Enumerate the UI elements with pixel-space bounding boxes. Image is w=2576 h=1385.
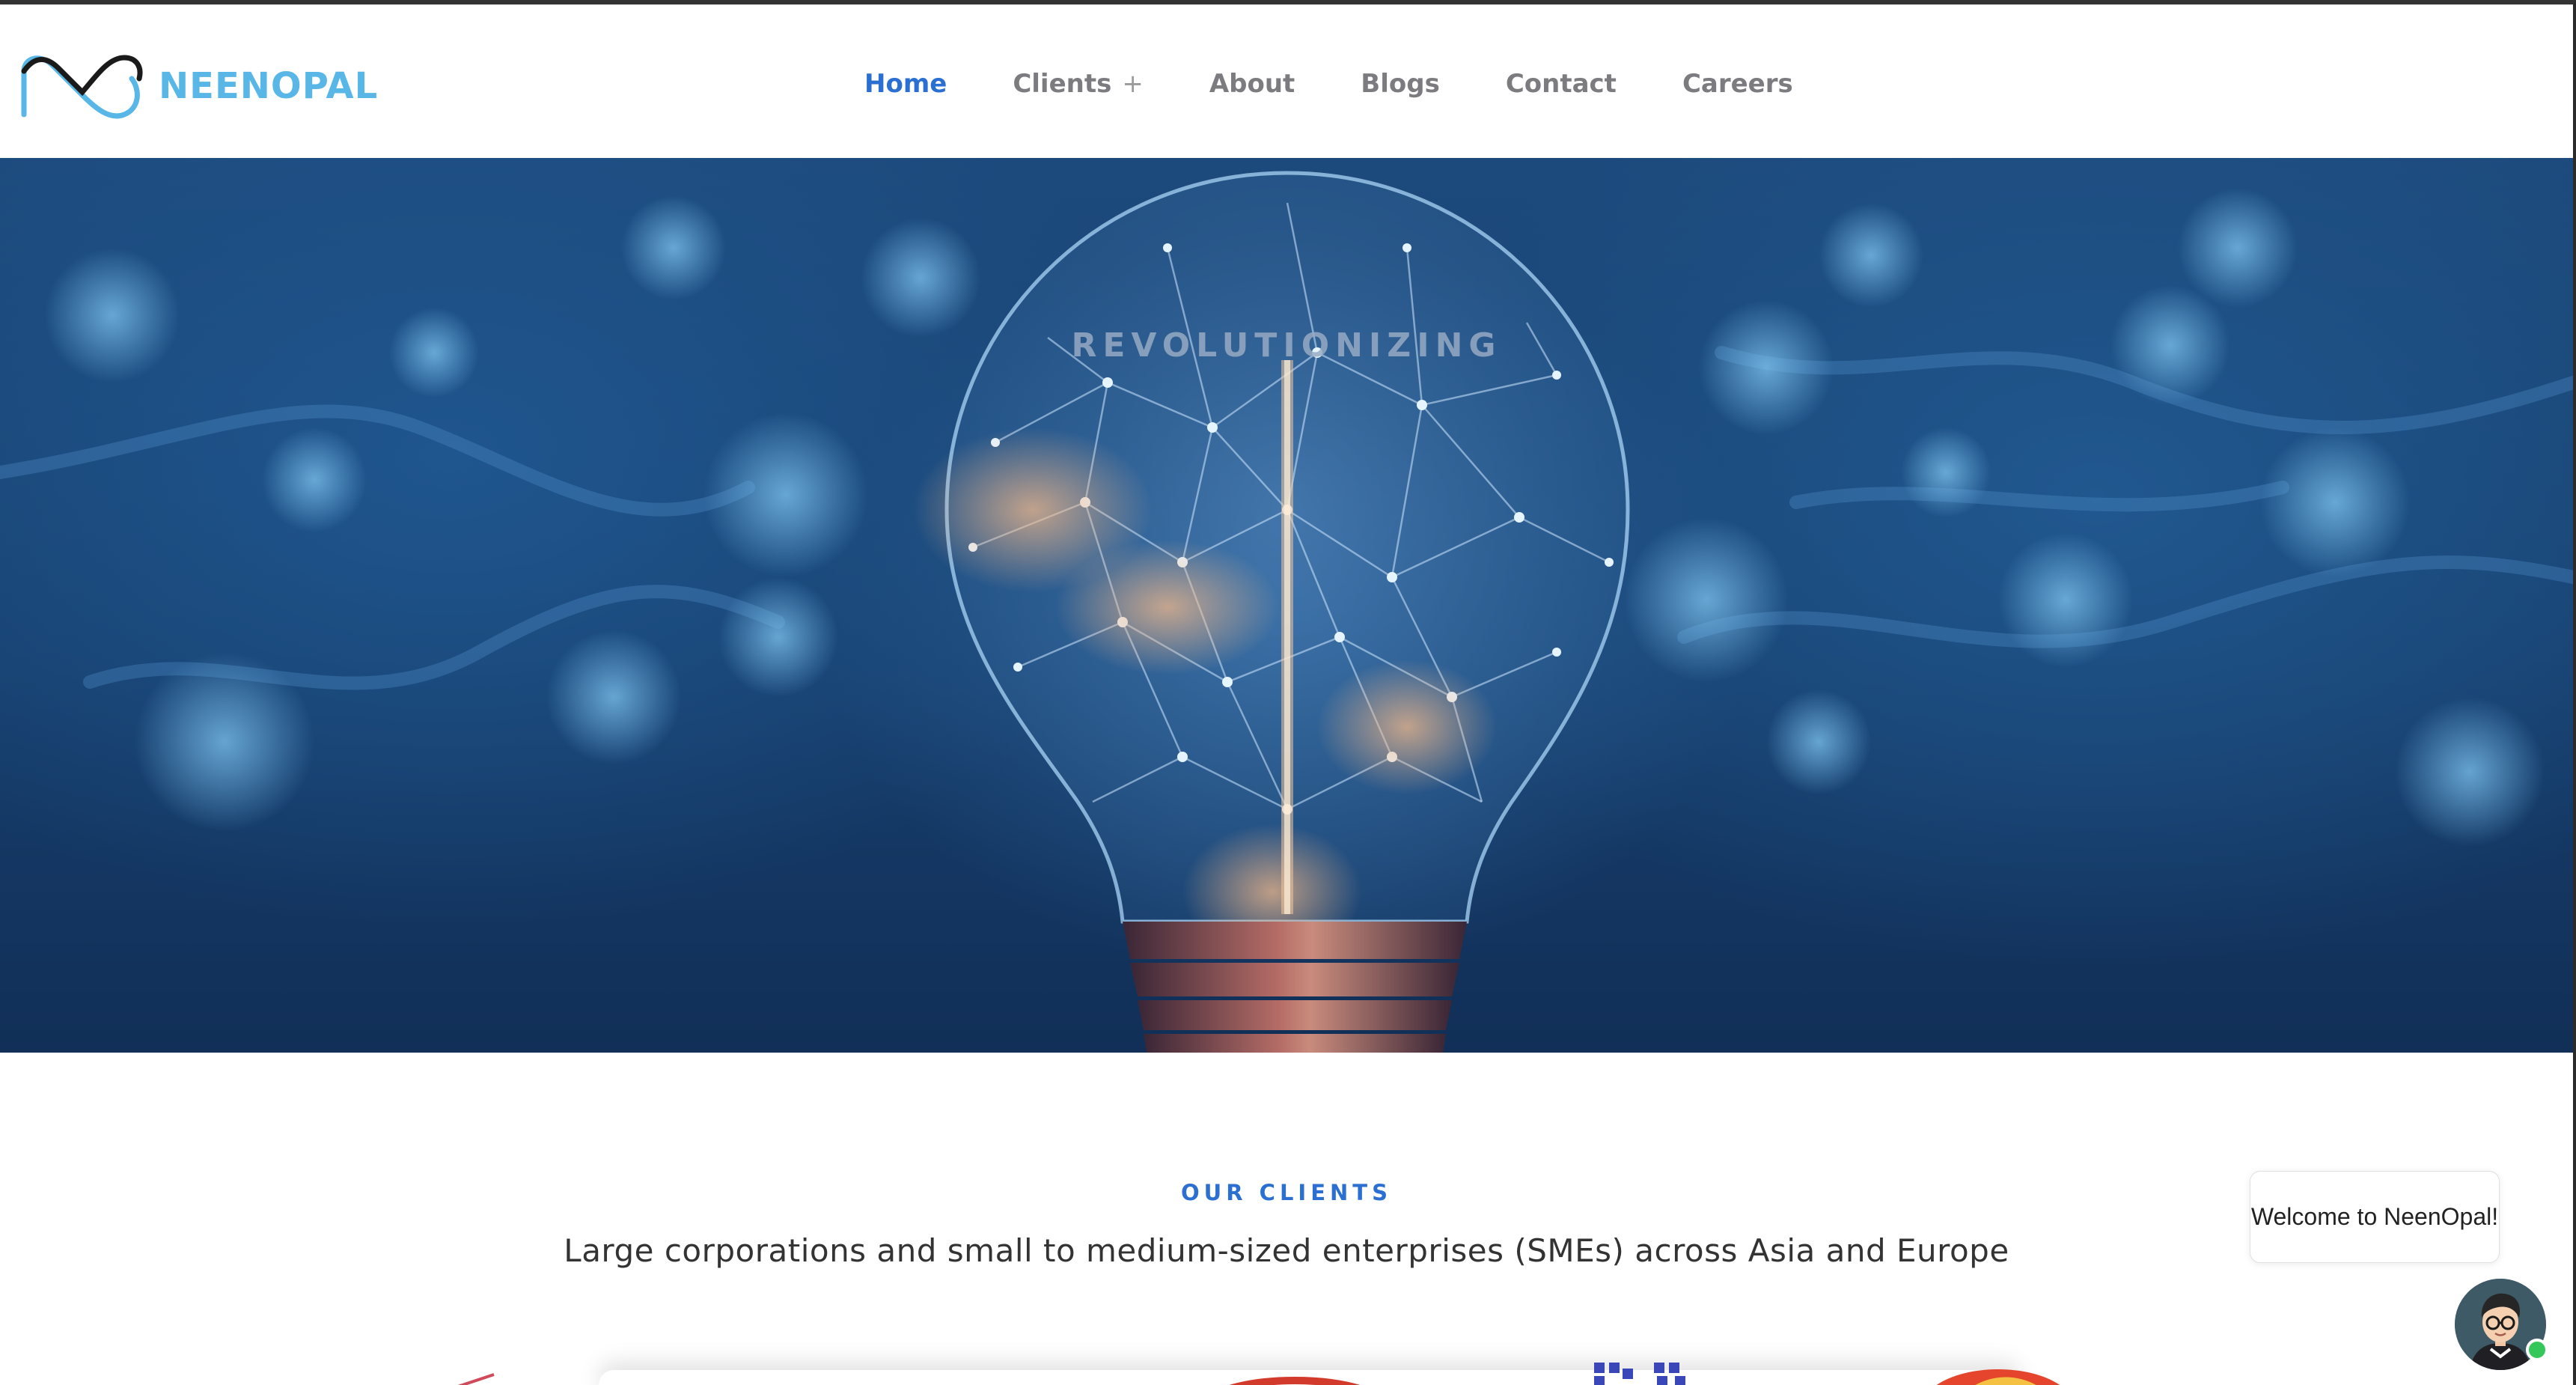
- nav-label-contact: Contact: [1505, 68, 1617, 99]
- page: NEENOPAL Home Clients + About Blogs Cont…: [0, 0, 2576, 1385]
- clients-subtitle: Large corporations and small to medium-s…: [564, 1232, 2009, 1269]
- clients-kicker: OUR CLIENTS: [1181, 1180, 1392, 1205]
- client-logo-3: [1594, 1363, 1685, 1385]
- plus-icon[interactable]: +: [1122, 69, 1144, 99]
- site-header: NEENOPAL Home Clients + About Blogs Cont…: [0, 9, 2573, 158]
- hero-banner: REVOLUTIONIZING: [0, 158, 2573, 1053]
- nav-label-home: Home: [864, 68, 947, 99]
- nav-label-careers: Careers: [1682, 68, 1793, 99]
- client-logo-1: [457, 1373, 495, 1385]
- chat-greeting-text: Welcome to NeenOpal!: [2250, 1203, 2499, 1230]
- nav-item-about[interactable]: About: [1209, 69, 1295, 99]
- nav-label-blogs: Blogs: [1361, 68, 1440, 99]
- brand-name: NEENOPAL: [159, 65, 379, 107]
- nav-item-contact[interactable]: Contact: [1506, 69, 1617, 99]
- nav-label-about: About: [1209, 68, 1295, 99]
- client-logos: [0, 1352, 2573, 1385]
- infinity-logo-icon: [21, 55, 143, 119]
- brand-logo[interactable]: NEENOPAL: [19, 45, 378, 127]
- chat-greeting[interactable]: Welcome to NeenOpal!: [2250, 1171, 2500, 1263]
- nav-item-blogs[interactable]: Blogs: [1361, 69, 1440, 99]
- client-logo-2: [1229, 1377, 1361, 1385]
- nav-item-home[interactable]: Home: [864, 69, 947, 99]
- lightbulb-network-icon: [0, 171, 2573, 1053]
- main-nav: Home Clients + About Blogs Contact Caree…: [864, 9, 1859, 158]
- nav-item-clients[interactable]: Clients +: [1013, 69, 1144, 99]
- client-logos-graphic: [457, 1363, 2060, 1385]
- nav-item-careers[interactable]: Careers: [1682, 69, 1793, 99]
- nav-label-clients: Clients: [1013, 68, 1112, 99]
- online-status-icon: [2526, 1339, 2548, 1361]
- hero-title: REVOLUTIONIZING: [1071, 326, 1502, 365]
